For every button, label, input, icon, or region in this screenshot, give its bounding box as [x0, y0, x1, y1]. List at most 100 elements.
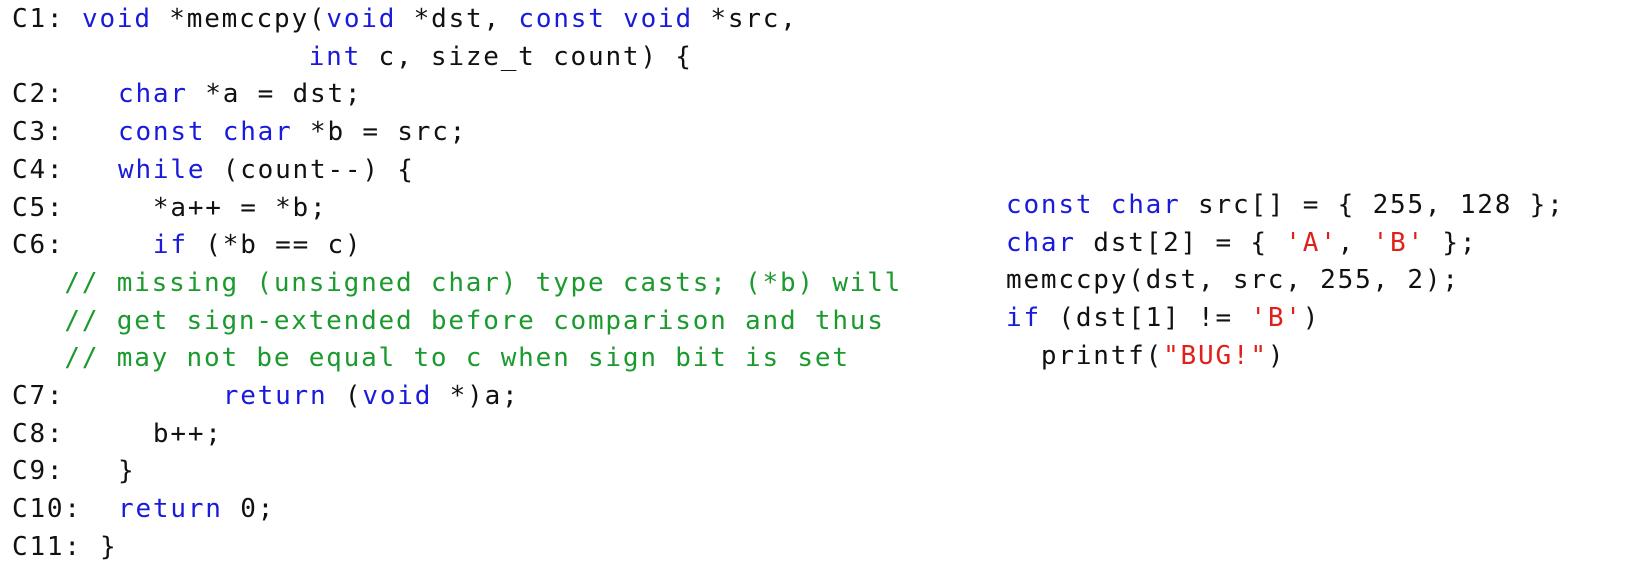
code-token: memccpy(dst, src, 255, 2);: [1006, 265, 1460, 296]
code-line: // may not be equal to c when sign bit i…: [12, 339, 850, 377]
code-token: ,: [1337, 227, 1373, 258]
code-token: }: [118, 456, 136, 487]
comment-token: // get sign-extended before comparison a…: [64, 305, 885, 336]
code-line: C1: void *memccpy(void *dst, const void *…: [12, 0, 798, 38]
string-token: 'B': [1250, 303, 1303, 334]
code-line: int c, size_t count) {: [12, 38, 693, 76]
code-token: *)a;: [432, 381, 520, 411]
keyword-token: const: [118, 117, 206, 148]
keyword-token: if: [152, 230, 188, 261]
code-line: C11:}: [12, 528, 117, 566]
test-code-line: char dst[2] = { 'A', 'B' };: [1006, 224, 1477, 262]
code-token: (dst[1] !=: [1040, 303, 1251, 334]
keyword-token: int: [308, 41, 362, 72]
code-line: C7: return (void *)a;: [12, 377, 520, 415]
code-line: C2: char *a = dst;: [12, 75, 362, 113]
keyword-token: return: [222, 381, 328, 411]
code-token: *a = dst;: [187, 79, 363, 110]
string-token: "BUG!": [1163, 340, 1268, 371]
code-text: return 0;: [118, 494, 275, 524]
line-label: C6:: [12, 230, 65, 261]
test-code-line: printf("BUG!"): [1006, 337, 1285, 375]
string-token: 'A': [1285, 227, 1338, 258]
code-token: (count--) {: [205, 154, 415, 185]
code-token: dst[2] = {: [1075, 227, 1286, 258]
code-text: // may not be equal to c when sign bit i…: [12, 339, 850, 377]
code-token: *memccpy(: [151, 4, 327, 34]
code-text: const char *b = src;: [118, 117, 467, 147]
code-token: }: [100, 531, 118, 562]
code-line: C5: *a++ = *b;: [12, 189, 327, 227]
line-label: C7:: [12, 381, 65, 411]
test-snippet-listing: const char src[] = { 255, 128 }; char dst…: [1006, 186, 1621, 386]
code-token: b++;: [152, 418, 223, 449]
code-text: char *a = dst;: [118, 79, 362, 109]
keyword-token: void: [82, 4, 152, 34]
code-text: *a++ = *b;: [118, 193, 327, 223]
code-text: return (void *)a;: [118, 381, 520, 411]
string-token: 'B': [1372, 227, 1425, 258]
code-text: if (*b == c): [118, 230, 362, 260]
keyword-token: if: [1006, 303, 1041, 334]
code-line: C8: b++;: [12, 415, 223, 453]
code-line: C3: const char *b = src;: [12, 113, 467, 151]
code-token: (: [327, 381, 363, 411]
line-label: C5:: [12, 192, 65, 223]
code-token: (*b == c): [187, 230, 363, 261]
code-text: // get sign-extended before comparison a…: [12, 302, 885, 340]
test-code-line: const char src[] = { 255, 128 };: [1006, 186, 1565, 224]
line-label: C9:: [12, 456, 65, 487]
keyword-token: char: [222, 117, 293, 148]
line-label: C1:: [12, 4, 65, 34]
line-label: C8:: [12, 418, 65, 449]
keyword-token: char: [1006, 227, 1076, 258]
code-text: }: [100, 532, 117, 562]
code-token: ): [1267, 340, 1286, 371]
line-label: C4:: [12, 154, 65, 185]
code-token: src[] = { 255, 128 };: [1180, 190, 1565, 220]
test-code-line: memccpy(dst, src, 255, 2);: [1006, 261, 1460, 299]
keyword-token: return: [118, 494, 223, 525]
code-line: C10: return 0;: [12, 490, 275, 528]
code-text: b++;: [118, 419, 223, 449]
code-token: c, size_t count) {: [361, 41, 693, 72]
keyword-token: char: [118, 79, 188, 110]
keyword-token: void: [362, 381, 433, 411]
code-token: *b = src;: [292, 117, 468, 148]
keyword-token: while: [118, 154, 206, 185]
code-token: ): [1302, 303, 1321, 334]
code-text: // missing (unsigned char) type casts; (…: [12, 264, 902, 302]
comment-token: // may not be equal to c when sign bit i…: [64, 343, 850, 374]
keyword-token: const: [1006, 190, 1094, 220]
keyword-token: void: [623, 4, 693, 34]
test-code-line: if (dst[1] != 'B'): [1006, 299, 1320, 337]
comment-token: // missing (unsigned char) type casts; (…: [64, 267, 903, 298]
keyword-token: const: [518, 4, 606, 34]
code-token: *src,: [692, 4, 798, 34]
code-line: C6: if (*b == c): [12, 226, 362, 264]
code-token: *dst,: [396, 4, 519, 34]
keyword-token: char: [1110, 190, 1181, 220]
code-line: C9:}: [12, 452, 135, 490]
line-label: C2:: [12, 79, 65, 110]
line-label: C10:: [12, 494, 82, 525]
keyword-token: void: [326, 4, 397, 34]
line-label: C11:: [12, 531, 82, 562]
code-token: 0;: [222, 494, 276, 525]
code-token: *a++ = *b;: [152, 192, 328, 223]
code-line: C4: while (count--) {: [12, 151, 415, 189]
code-token: };: [1424, 227, 1478, 258]
code-line: // get sign-extended before comparison a…: [12, 302, 885, 340]
code-token: printf(: [1006, 340, 1164, 371]
code-line: // missing (unsigned char) type casts; (…: [12, 264, 902, 302]
